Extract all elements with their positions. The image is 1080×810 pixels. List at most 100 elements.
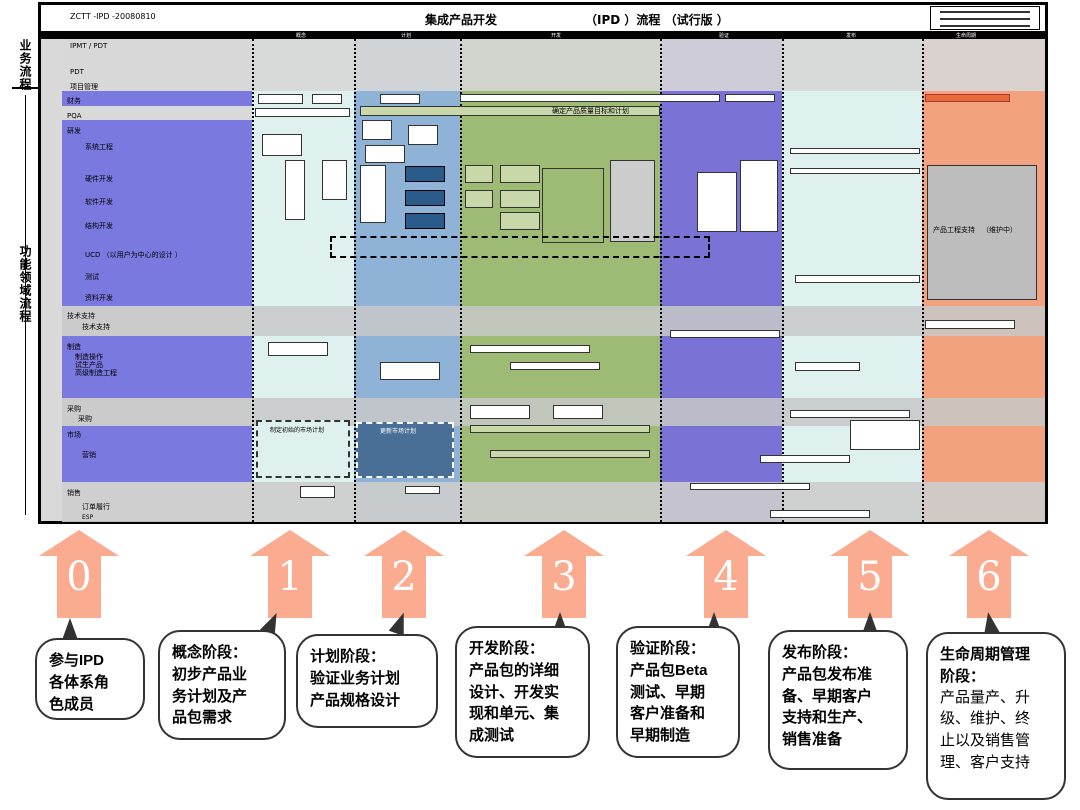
develop-box — [500, 212, 540, 230]
callout-line: 各体系角 — [49, 673, 110, 691]
callout-line: 客户准备和 — [630, 705, 706, 723]
stage-arrow-5: 5 — [826, 530, 914, 618]
activity-box — [255, 108, 350, 117]
release-bar — [795, 275, 920, 283]
lane-hardware: 硬件开发 — [85, 175, 113, 183]
left-arrow-line — [25, 95, 26, 515]
stage-number-1: 1 — [277, 554, 303, 600]
callout-line: 产品包Beta — [630, 661, 708, 679]
divider-4 — [660, 39, 662, 522]
pe-maintain-label: （维护中） — [982, 226, 1017, 234]
activity-box — [312, 94, 342, 104]
lane-tech-support-group: 技术支持 — [67, 312, 95, 320]
lane-sep-business — [62, 39, 1045, 91]
callout-title: 发布阶段： — [782, 644, 858, 661]
sales-bar — [405, 486, 440, 494]
lane-market-group: 市场 — [67, 431, 81, 439]
system-eng-box — [322, 160, 347, 200]
market-develop-bar — [470, 425, 650, 433]
callout-line: 色成员 — [49, 695, 95, 713]
plan-box — [360, 165, 386, 223]
legend-line-3 — [940, 25, 1030, 27]
divider-1 — [252, 39, 254, 522]
callout-title: 验证阶段： — [630, 640, 706, 657]
callout-line: 务计划及产 — [172, 687, 248, 705]
develop-bar — [510, 362, 600, 370]
stage-arrow-3: 3 — [520, 530, 608, 618]
lane-mfg-eng: 高级制造工程 — [75, 369, 117, 377]
verify-white-box — [740, 160, 778, 232]
lane-system-eng: 系统工程 — [85, 143, 113, 151]
lane-software: 软件开发 — [85, 198, 113, 206]
lane-order: 订单履行 — [82, 503, 110, 511]
phase-label-concept: 概念 — [296, 33, 307, 39]
callout-title: 概念阶段： — [172, 644, 248, 661]
phase-verify-bg — [660, 39, 782, 522]
lane-finance: 财务 — [67, 97, 81, 105]
left-label-column: 业务流程 功能领域流程 — [12, 35, 40, 523]
stage-number-4: 4 — [713, 554, 739, 600]
divider-5 — [782, 39, 784, 522]
phase-label-release: 发布 — [846, 33, 857, 39]
pqa-plan-label: 确定产品质量目标和计划 — [552, 107, 629, 115]
market-release-bar — [850, 420, 920, 450]
title-bar — [41, 5, 1045, 33]
lane-purchase: 采购 — [78, 415, 92, 423]
lane-marketing: 营销 — [82, 451, 96, 459]
lane-sales-group: 销售 — [67, 489, 81, 497]
activity-box — [925, 94, 1010, 102]
callout-line: 止以及销售管 — [940, 733, 1031, 749]
callout-title: 生命周期管理 — [940, 646, 1031, 663]
callout-line: 产品规格设计 — [310, 691, 401, 709]
business-process-label: 业务流程 — [18, 39, 32, 91]
sales-bar — [690, 483, 810, 490]
callout-line: 级、维护、终 — [940, 711, 1031, 728]
plan-dark-box — [405, 213, 445, 229]
callout-line: 理、客户支持 — [940, 754, 1031, 771]
callout-line: 验证业务计划 — [310, 669, 401, 687]
activity-box — [460, 94, 720, 102]
callout-line: 现和单元、集 — [469, 705, 560, 723]
phase-label-plan: 计划 — [401, 33, 412, 39]
ucd-dashed-box — [330, 236, 710, 258]
concept-bar — [268, 342, 328, 356]
phase-label-verify: 验证 — [719, 33, 730, 39]
system-eng-box — [262, 134, 302, 156]
callout-title: 开发阶段： — [469, 640, 545, 657]
callout-develop: 开发阶段： 产品包的详细 设计、开发实 现和单元、集 成测试 — [455, 626, 590, 758]
plan-bar — [380, 362, 440, 380]
market-plan-label: 制定初始的市场计划 — [270, 427, 325, 434]
sales-bar — [300, 486, 335, 498]
lane-sep-sales — [62, 482, 1045, 522]
stage-number-5: 5 — [857, 554, 883, 600]
lane-purchase-group: 采购 — [67, 405, 81, 413]
divider-6 — [922, 39, 924, 522]
callout-line: 早期制造 — [630, 727, 691, 744]
develop-big-box — [542, 168, 604, 243]
bubble-tail-0 — [62, 618, 78, 640]
develop-gray-box — [610, 160, 655, 242]
callout-release: 发布阶段： 产品包发布准 备、早期客户 支持和生产、 销售准备 — [768, 630, 908, 770]
callout-plan: 计划阶段： 验证业务计划 产品规格设计 — [296, 634, 438, 728]
stage-arrow-1: 1 — [246, 530, 334, 618]
callout-line: 设计、开发实 — [469, 683, 560, 701]
callout-line: 销售准备 — [782, 731, 843, 748]
callout-line: 产品量产、升 — [940, 689, 1031, 706]
callout-line: 品包需求 — [172, 709, 233, 727]
phase-label-develop: 开发 — [551, 33, 562, 39]
plan-box — [408, 125, 438, 145]
callout-line: 产品包的详细 — [469, 661, 560, 679]
release-bar — [790, 168, 920, 174]
verify-bar — [670, 330, 780, 338]
lane-sep-tech — [62, 306, 1045, 336]
develop-bar — [470, 345, 590, 353]
verify-white-box — [697, 172, 737, 232]
activity-box — [258, 94, 303, 104]
callout-lifecycle: 生命周期管理 阶段： 产品量产、升 级、维护、终 止以及销售管 理、客户支持 — [926, 632, 1066, 800]
callout-line: 产品包发布准 — [782, 665, 873, 683]
stage-number-6: 6 — [976, 554, 1002, 600]
callout-line: 测试、早期 — [630, 683, 706, 701]
purchase-bar — [470, 405, 530, 419]
develop-box — [500, 190, 540, 208]
lane-pqa: PQA — [67, 112, 82, 120]
